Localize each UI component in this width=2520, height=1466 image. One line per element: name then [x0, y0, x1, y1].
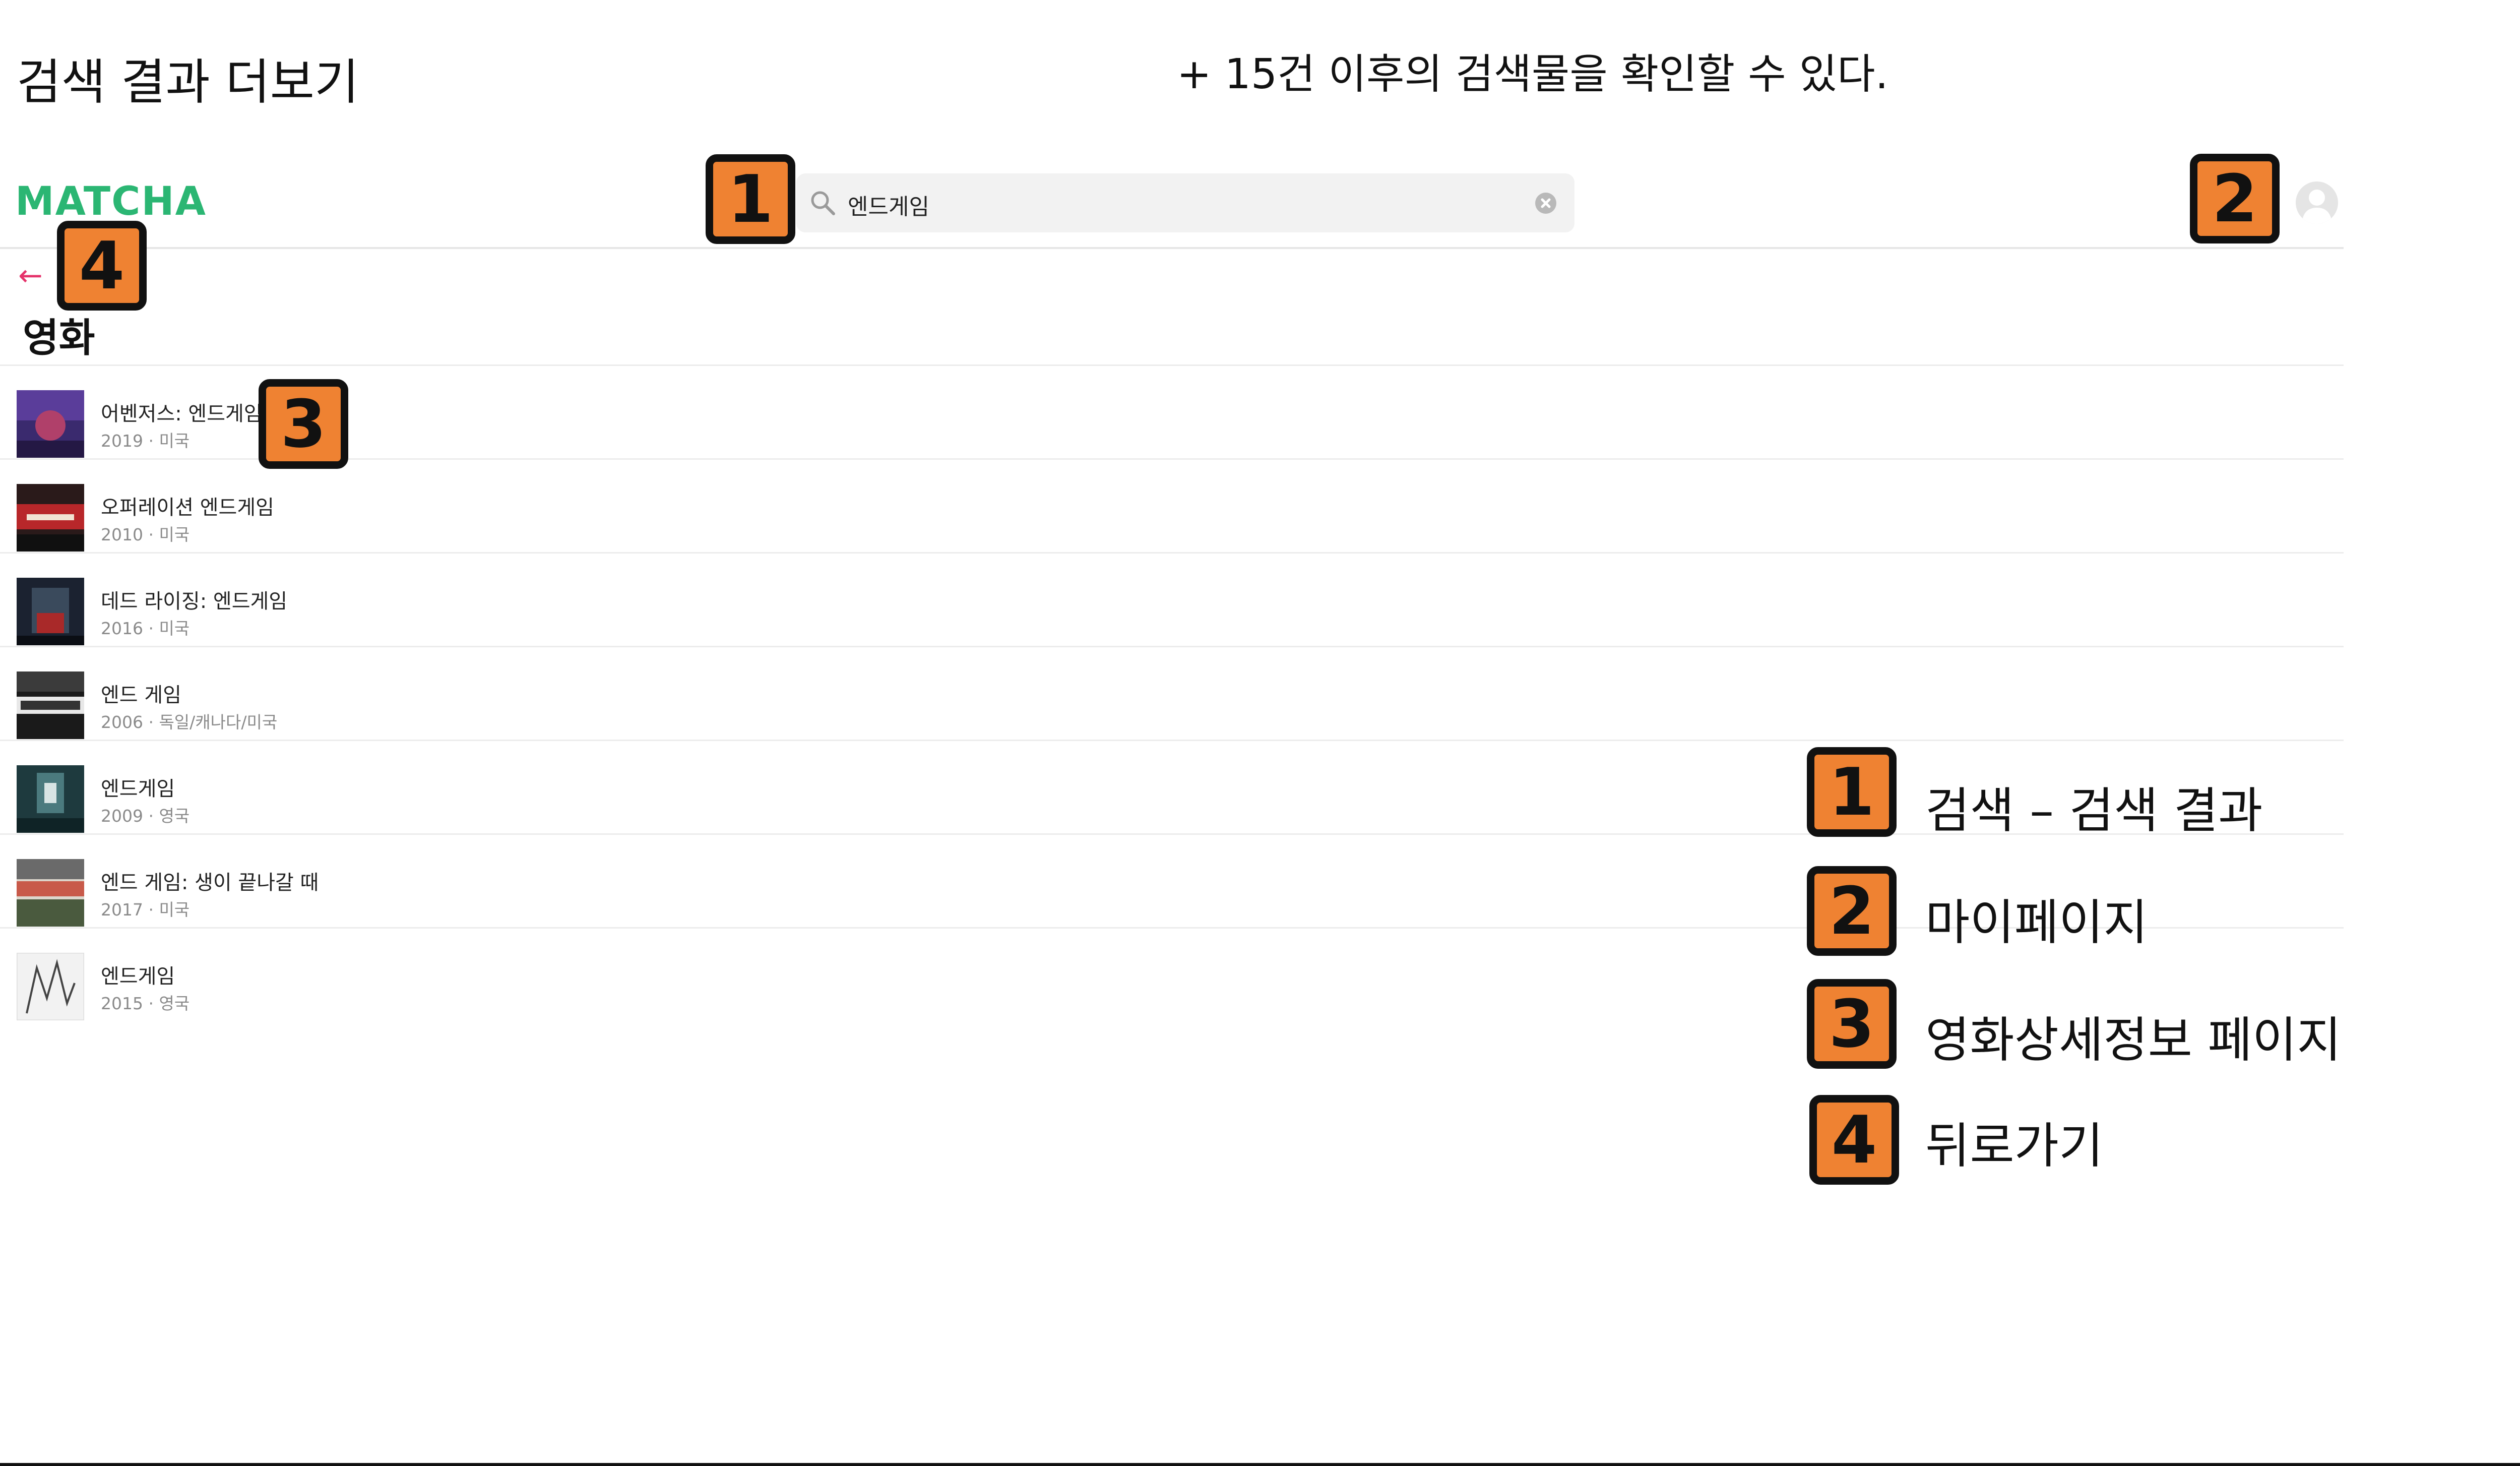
- movie-poster-thumbnail: [17, 953, 84, 1020]
- legend-badge-3: 3: [1807, 979, 1897, 1069]
- movie-meta: 2009 · 영국: [101, 806, 190, 826]
- movie-title: 엔드 게임: [101, 684, 181, 707]
- movie-poster-thumbnail: [17, 484, 84, 552]
- movie-title: 오퍼레이션 엔드게임: [101, 496, 274, 519]
- movie-poster-thumbnail: [17, 859, 84, 927]
- movie-title: 엔드게임: [101, 965, 175, 988]
- matcha-logo[interactable]: MATCHA: [15, 179, 207, 224]
- search-icon: [811, 191, 835, 215]
- profile-avatar-icon[interactable]: [2296, 181, 2338, 224]
- movie-poster-thumbnail: [17, 578, 84, 645]
- header-divider: [0, 247, 2344, 249]
- movie-row[interactable]: 엔드 게임 2006 · 독일/캐나다/미국: [0, 647, 2344, 741]
- movie-meta: 2017 · 미국: [101, 900, 190, 920]
- movie-title: 어벤저스: 엔드게임: [101, 402, 263, 425]
- legend-badge-4: 4: [1809, 1095, 1899, 1185]
- annotation-badge-3: 3: [259, 379, 348, 469]
- annotation-badge-2: 2: [2190, 154, 2280, 243]
- annotation-badge-1: 1: [706, 154, 795, 244]
- movie-title: 엔드게임: [101, 777, 175, 801]
- legend-badge-2: 2: [1807, 866, 1897, 956]
- annotation-badge-4: 4: [57, 221, 147, 311]
- movie-meta: 2016 · 미국: [101, 619, 190, 638]
- top-note: + 15건 이후의 검색물을 확인할 수 있다.: [1177, 50, 1888, 98]
- legend-text-2: 마이페이지: [1925, 894, 2148, 951]
- movie-title: 데드 라이징: 엔드게임: [101, 590, 288, 613]
- movie-poster-thumbnail: [17, 671, 84, 739]
- legend-text-4: 뒤로가기: [1925, 1118, 2104, 1174]
- clear-search-icon[interactable]: [1535, 193, 1556, 214]
- legend-text-1: 검색 – 검색 결과: [1925, 782, 2263, 839]
- movie-meta: 2010 · 미국: [101, 525, 190, 544]
- movie-meta: 2006 · 독일/캐나다/미국: [101, 712, 278, 732]
- search-query: 엔드게임: [848, 194, 929, 220]
- legend-badge-1: 1: [1807, 747, 1897, 837]
- page-heading: 검색 결과 더보기: [17, 54, 359, 110]
- bottom-border: [0, 1463, 2520, 1466]
- search-input[interactable]: 엔드게임: [796, 173, 1574, 232]
- movie-poster-thumbnail: [17, 765, 84, 833]
- movie-meta: 2019 · 미국: [101, 431, 190, 451]
- movie-row[interactable]: 어벤저스: 엔드게임 2019 · 미국: [0, 366, 2344, 460]
- movie-title: 엔드 게임: 생이 끝나갈 때: [101, 871, 319, 894]
- back-arrow-icon[interactable]: ←: [18, 258, 43, 292]
- movie-row[interactable]: 데드 라이징: 엔드게임 2016 · 미국: [0, 554, 2344, 647]
- movie-row[interactable]: 오퍼레이션 엔드게임 2010 · 미국: [0, 460, 2344, 554]
- movie-meta: 2015 · 영국: [101, 994, 190, 1013]
- legend-text-3: 영화상세정보 페이지: [1925, 1012, 2342, 1068]
- section-title-movies: 영화: [23, 316, 95, 361]
- movie-poster-thumbnail: [17, 390, 84, 458]
